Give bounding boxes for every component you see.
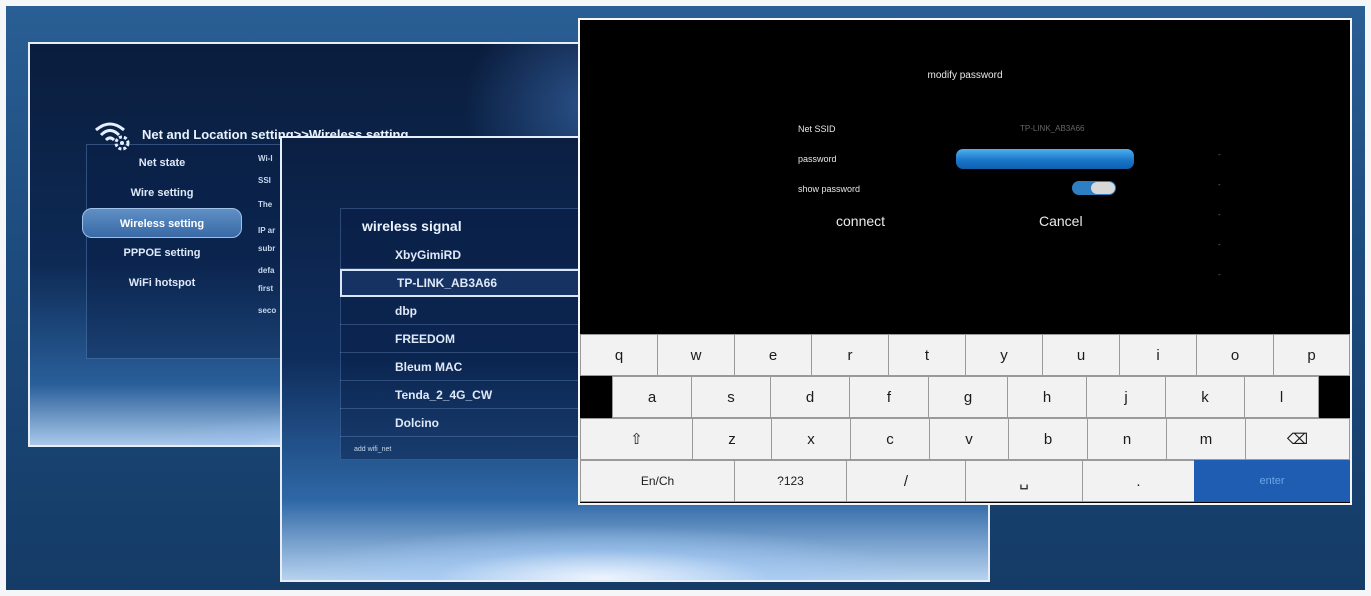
- content-text-fragment: first: [258, 284, 274, 293]
- key-s[interactable]: s: [691, 376, 771, 418]
- key-n[interactable]: n: [1087, 418, 1167, 460]
- key-d[interactable]: d: [770, 376, 850, 418]
- key-v[interactable]: v: [929, 418, 1009, 460]
- key-h[interactable]: h: [1007, 376, 1087, 418]
- key-q[interactable]: q: [580, 334, 658, 376]
- cancel-button[interactable]: Cancel: [1039, 213, 1083, 229]
- network-item[interactable]: Tenda_2_4G_CW: [340, 381, 600, 409]
- key-u[interactable]: u: [1042, 334, 1120, 376]
- network-list: XbyGimiRD TP-LINK_AB3A66 dbp FREEDOM Ble…: [340, 241, 600, 437]
- content-text-fragment: subr: [258, 244, 276, 253]
- space-key[interactable]: ␣: [965, 460, 1083, 502]
- network-item-selected[interactable]: TP-LINK_AB3A66: [340, 269, 600, 297]
- net-ssid-value: TP-LINK_AB3A66: [1020, 124, 1085, 133]
- onscreen-keyboard: q w e r t y u i o p a s d f g h j k l ⇧ …: [580, 334, 1350, 503]
- content-text-fragment: defa: [258, 266, 275, 275]
- divider-mark: -: [1218, 240, 1221, 249]
- wireless-signal-heading: wireless signal: [362, 218, 462, 234]
- content-text-fragment: seco: [258, 306, 277, 315]
- key-j[interactable]: j: [1086, 376, 1166, 418]
- show-password-toggle[interactable]: [1072, 181, 1116, 195]
- settings-sidebar: Net state Wire setting Wireless setting …: [82, 148, 242, 298]
- divider-mark: -: [1218, 270, 1221, 279]
- language-switch-key[interactable]: En/Ch: [580, 460, 735, 502]
- network-item[interactable]: FREEDOM: [340, 325, 600, 353]
- key-i[interactable]: i: [1119, 334, 1197, 376]
- sidebar-item-pppoe-setting[interactable]: PPPOE setting: [82, 238, 242, 268]
- network-item[interactable]: Bleum MAC: [340, 353, 600, 381]
- key-slash[interactable]: /: [846, 460, 966, 502]
- show-password-label: show password: [798, 184, 861, 194]
- toggle-knob: [1091, 182, 1115, 194]
- network-item[interactable]: Dolcino: [340, 409, 600, 437]
- content-text-fragment: Wi-I: [258, 154, 273, 163]
- network-item[interactable]: dbp: [340, 297, 600, 325]
- keyboard-row-1: q w e r t y u i o p: [580, 334, 1350, 376]
- dialog-title: modify password: [927, 70, 1003, 81]
- net-ssid-label: Net SSID: [798, 124, 836, 134]
- symbols-key[interactable]: ?123: [734, 460, 847, 502]
- enter-key[interactable]: enter: [1194, 460, 1350, 502]
- connect-button[interactable]: connect: [836, 213, 885, 229]
- key-p[interactable]: p: [1273, 334, 1350, 376]
- key-w[interactable]: w: [657, 334, 735, 376]
- wifi-gear-icon: [95, 122, 130, 151]
- key-a[interactable]: a: [612, 376, 692, 418]
- key-k[interactable]: k: [1165, 376, 1245, 418]
- divider-mark: -: [1218, 150, 1221, 159]
- password-input[interactable]: [956, 149, 1134, 169]
- sidebar-item-net-state[interactable]: Net state: [82, 148, 242, 178]
- divider-mark: -: [1218, 210, 1221, 219]
- key-period[interactable]: .: [1082, 460, 1195, 502]
- key-t[interactable]: t: [888, 334, 966, 376]
- key-b[interactable]: b: [1008, 418, 1088, 460]
- sidebar-item-wireless-setting[interactable]: Wireless setting: [82, 208, 242, 238]
- key-x[interactable]: x: [771, 418, 851, 460]
- sidebar-item-wifi-hotspot[interactable]: WiFi hotspot: [82, 268, 242, 298]
- add-wifi-net-link[interactable]: add wifi_net: [354, 446, 391, 453]
- shift-key[interactable]: ⇧: [580, 418, 693, 460]
- key-y[interactable]: y: [965, 334, 1043, 376]
- key-m[interactable]: m: [1166, 418, 1246, 460]
- key-c[interactable]: c: [850, 418, 930, 460]
- password-label: password: [798, 154, 837, 164]
- key-e[interactable]: e: [734, 334, 812, 376]
- divider-mark: -: [1218, 180, 1221, 189]
- content-text-fragment: IP ar: [258, 226, 276, 235]
- key-g[interactable]: g: [928, 376, 1008, 418]
- key-r[interactable]: r: [811, 334, 889, 376]
- keyboard-row-2: a s d f g h j k l: [580, 376, 1350, 418]
- content-text-fragment: The: [258, 200, 273, 209]
- key-o[interactable]: o: [1196, 334, 1274, 376]
- network-item[interactable]: XbyGimiRD: [340, 241, 600, 269]
- sidebar-item-wire-setting[interactable]: Wire setting: [82, 178, 242, 208]
- keyboard-row-3: ⇧ z x c v b n m ⌫: [580, 418, 1350, 460]
- key-l[interactable]: l: [1244, 376, 1319, 418]
- keyboard-row-4: En/Ch ?123 / ␣ . enter: [580, 460, 1350, 502]
- key-z[interactable]: z: [692, 418, 772, 460]
- content-text-fragment: SSI: [258, 176, 271, 185]
- modify-password-dialog: modify password Net SSID TP-LINK_AB3A66 …: [578, 18, 1352, 505]
- key-f[interactable]: f: [849, 376, 929, 418]
- backspace-key[interactable]: ⌫: [1245, 418, 1350, 460]
